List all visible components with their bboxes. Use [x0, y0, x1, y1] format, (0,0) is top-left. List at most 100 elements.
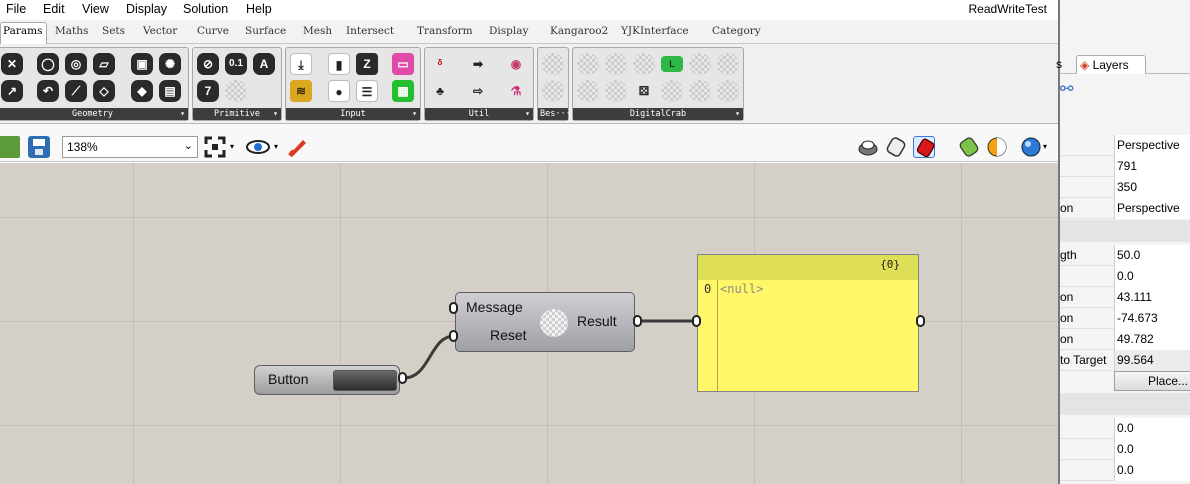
camera-icon[interactable]: ⚯ — [1060, 79, 1080, 101]
chevron-down-icon[interactable]: ▾ — [230, 136, 240, 158]
menu-file[interactable]: File — [6, 2, 26, 16]
button-output-grip[interactable] — [398, 372, 407, 384]
toggle-icon[interactable]: ▮ — [328, 53, 350, 75]
box-param-icon[interactable]: ▣ — [131, 53, 153, 75]
tag-icon[interactable]: L — [661, 56, 683, 72]
panel-node[interactable]: {0} 0 <null> — [697, 254, 919, 392]
property-value[interactable]: 99.564 — [1114, 350, 1190, 371]
panel-expand-icon[interactable]: ▾ — [412, 108, 417, 120]
panel-expand-icon[interactable]: ▾ — [273, 108, 278, 120]
placeholder-icon[interactable] — [633, 53, 655, 75]
placeholder-icon[interactable] — [717, 80, 739, 102]
surface-param-icon[interactable]: ◇ — [93, 80, 115, 102]
property-value[interactable]: 50.0 — [1114, 245, 1190, 266]
sphere-icon[interactable] — [1020, 136, 1042, 158]
property-value[interactable]: 43.111 — [1114, 287, 1190, 308]
tab-vector[interactable]: Vector — [143, 25, 177, 37]
tab-sets[interactable]: Sets — [102, 25, 125, 37]
dice-icon[interactable]: ⚄ — [633, 80, 655, 102]
slider-icon[interactable]: Z — [356, 53, 378, 75]
line-param-icon[interactable]: ⟋ — [65, 80, 87, 102]
message-input-grip[interactable] — [449, 302, 458, 314]
place-button[interactable]: Place... — [1114, 371, 1190, 391]
sketch-pen-icon[interactable] — [286, 136, 308, 158]
arc-param-icon[interactable]: ◎ — [65, 53, 87, 75]
panel-expand-icon[interactable]: ▾ — [735, 108, 740, 120]
panel-input-grip[interactable] — [692, 315, 701, 327]
placeholder-icon[interactable] — [605, 80, 627, 102]
tab-curve[interactable]: Curve — [197, 25, 229, 37]
tab-layers[interactable]: ◈ Layers — [1076, 55, 1146, 74]
preview-shaded-icon[interactable] — [885, 136, 907, 158]
tab-kangaroo2[interactable]: Kangaroo2 — [550, 25, 608, 37]
property-value[interactable]: 49.782 — [1114, 329, 1190, 350]
panel-expand-icon[interactable]: ▾ — [525, 108, 530, 120]
preview-mesh-icon[interactable] — [958, 136, 980, 158]
graph-mapper-icon[interactable]: ≋ — [290, 80, 312, 102]
tree-icon[interactable]: ♣ — [429, 80, 451, 102]
tab-transform[interactable]: Transform — [417, 25, 473, 37]
tab-maths[interactable]: Maths — [55, 25, 88, 37]
placeholder-icon[interactable] — [605, 53, 627, 75]
tab-mesh[interactable]: Mesh — [303, 25, 332, 37]
flask-icon[interactable]: ⚗ — [505, 80, 527, 102]
curve-param-icon[interactable]: ↶ — [37, 80, 59, 102]
button-node[interactable]: Button — [254, 365, 400, 395]
button-node-face[interactable] — [333, 370, 397, 391]
placeholder-icon[interactable] — [689, 80, 711, 102]
panel-output-grip[interactable] — [916, 315, 925, 327]
relay-arrow-icon[interactable]: ➡ — [467, 53, 489, 75]
preview-selected-icon[interactable] — [913, 136, 935, 158]
boolean-param-icon[interactable]: ⊘ — [197, 53, 219, 75]
property-value[interactable]: 0.0 — [1114, 460, 1190, 481]
color-swatch-icon[interactable]: ▦ — [392, 80, 414, 102]
placeholder-icon[interactable] — [717, 53, 739, 75]
text-param-icon[interactable]: A — [253, 53, 275, 75]
property-value[interactable]: 350 — [1114, 177, 1190, 198]
mesh-param-icon[interactable]: ✺ — [159, 53, 181, 75]
tab-category[interactable]: Category — [712, 25, 761, 37]
gradient-icon[interactable]: ▭ — [392, 53, 414, 75]
placeholder-icon[interactable] — [577, 53, 599, 75]
property-value[interactable]: 0.0 — [1114, 439, 1190, 460]
menu-help[interactable]: Help — [246, 2, 272, 16]
brep-param-icon[interactable]: ◆ — [131, 80, 153, 102]
placeholder-icon[interactable] — [689, 53, 711, 75]
result-output-grip[interactable] — [633, 315, 642, 327]
button-icon[interactable]: ● — [328, 80, 350, 102]
placeholder-icon[interactable] — [577, 80, 599, 102]
tab-params[interactable]: Params — [0, 22, 48, 44]
placeholder-icon[interactable] — [542, 80, 564, 102]
save-icon[interactable] — [28, 136, 50, 158]
open-icon[interactable] — [0, 136, 20, 158]
tab-intersect[interactable]: Intersect — [346, 25, 394, 37]
tab-yjkinterface[interactable]: YJKInterface — [621, 25, 689, 37]
tab-display[interactable]: Display — [489, 25, 528, 37]
chevron-down-icon[interactable]: ▾ — [274, 136, 284, 158]
hollow-arrow-icon[interactable]: ⇨ — [467, 80, 489, 102]
menu-solution[interactable]: Solution — [183, 2, 228, 16]
property-value[interactable]: Perspective — [1114, 198, 1190, 219]
point-param-icon[interactable]: ✕ — [1, 53, 23, 75]
property-value[interactable]: -74.673 — [1114, 308, 1190, 329]
menu-display[interactable]: Display — [126, 2, 167, 16]
menu-edit[interactable]: Edit — [43, 2, 65, 16]
value-list-icon[interactable]: ☰ — [356, 80, 378, 102]
eye-icon[interactable] — [246, 136, 270, 158]
zoom-extents-icon[interactable] — [204, 136, 226, 158]
property-value[interactable]: 0.0 — [1114, 418, 1190, 439]
vector-param-icon[interactable]: ↗ — [1, 80, 23, 102]
number-param-icon[interactable]: 0.1 — [225, 53, 247, 75]
chevron-down-icon[interactable]: ▾ — [1043, 136, 1053, 158]
grasshopper-canvas[interactable]: Button Message Reset Result {0} 0 <null> — [0, 163, 1058, 484]
geometry-param-icon[interactable]: ▤ — [159, 80, 181, 102]
zoom-select[interactable]: 138% ⌄ — [62, 136, 198, 158]
placeholder-icon[interactable] — [661, 80, 683, 102]
plane-param-icon[interactable]: ▱ — [93, 53, 115, 75]
tab-surface[interactable]: Surface — [245, 25, 286, 37]
fit-icon[interactable]: ◉ — [505, 53, 527, 75]
component-node[interactable]: Message Reset Result — [455, 292, 635, 352]
panel-expand-icon[interactable]: ▾ — [180, 108, 185, 120]
placeholder-icon[interactable] — [225, 80, 247, 102]
preview-color-icon[interactable] — [986, 136, 1008, 158]
